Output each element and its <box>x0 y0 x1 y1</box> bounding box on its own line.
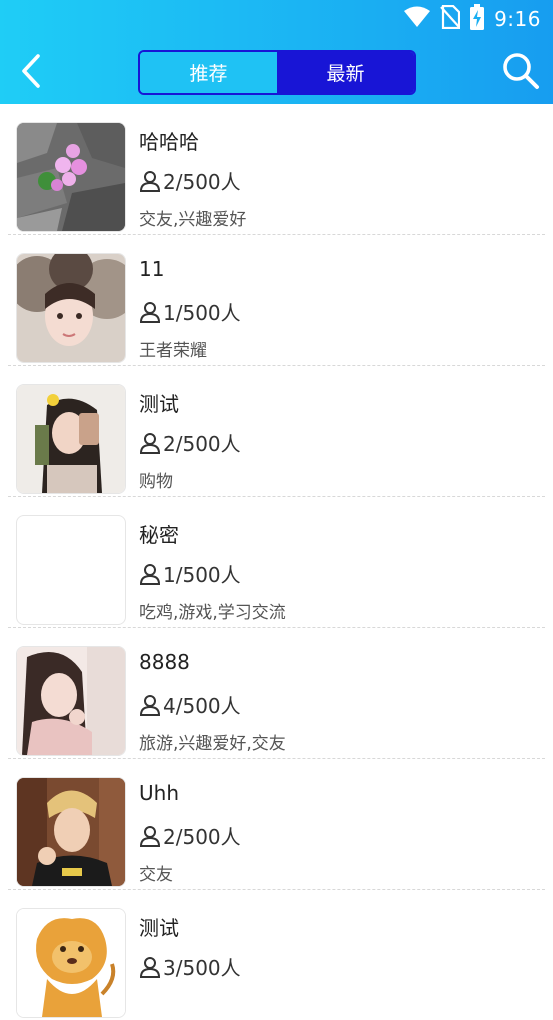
list-item[interactable]: 哈哈哈 2/500人 交友,兴趣爱好 <box>8 104 545 235</box>
room-thumbnail <box>16 646 126 756</box>
room-name: 秘密 <box>139 523 179 547</box>
tab-switcher: 推荐 最新 <box>138 50 416 95</box>
battery-charging-icon <box>470 4 485 34</box>
user-icon <box>139 170 161 192</box>
room-thumbnail <box>16 515 126 625</box>
search-button[interactable] <box>501 51 541 91</box>
room-name: 哈哈哈 <box>139 130 199 154</box>
status-bar: 9:16 <box>0 0 553 38</box>
member-count-text: 2/500人 <box>163 170 241 194</box>
list-item[interactable]: 测试 3/500人 <box>8 890 545 1020</box>
room-tags: 吃鸡,游戏,学习交流 <box>139 603 286 623</box>
search-icon <box>503 53 539 89</box>
room-name: 11 <box>139 257 165 281</box>
room-name: 测试 <box>139 392 179 416</box>
room-thumbnail <box>16 384 126 494</box>
user-icon <box>139 694 161 716</box>
back-button[interactable] <box>14 53 50 89</box>
room-tags: 交友 <box>139 865 173 885</box>
member-count: 4/500人 <box>139 690 241 719</box>
room-tags: 交友,兴趣爱好 <box>139 210 247 230</box>
room-thumbnail <box>16 253 126 363</box>
room-name: 8888 <box>139 650 190 674</box>
room-thumbnail <box>16 908 126 1018</box>
member-count: 1/500人 <box>139 559 241 588</box>
room-thumbnail <box>16 777 126 887</box>
room-list: 哈哈哈 2/500人 交友,兴趣爱好 11 1/500人 王者荣耀 测试 2/5… <box>0 104 553 1020</box>
no-sim-icon <box>440 4 461 33</box>
app-header: 9:16 推荐 最新 <box>0 0 553 104</box>
member-count-text: 2/500人 <box>163 432 241 456</box>
member-count: 1/500人 <box>139 297 241 326</box>
list-item[interactable]: 8888 4/500人 旅游,兴趣爱好,交友 <box>8 628 545 759</box>
member-count-text: 1/500人 <box>163 301 241 325</box>
list-item[interactable]: 11 1/500人 王者荣耀 <box>8 235 545 366</box>
user-icon <box>139 825 161 847</box>
user-icon <box>139 956 161 978</box>
tab-recommended[interactable]: 推荐 <box>140 52 277 93</box>
room-tags: 购物 <box>139 472 173 492</box>
list-item[interactable]: Uhh 2/500人 交友 <box>8 759 545 890</box>
room-tags: 王者荣耀 <box>139 341 207 361</box>
member-count-text: 3/500人 <box>163 956 241 980</box>
member-count: 3/500人 <box>139 952 241 981</box>
user-icon <box>139 563 161 585</box>
member-count: 2/500人 <box>139 428 241 457</box>
chevron-left-icon <box>22 54 40 88</box>
room-name: Uhh <box>139 781 179 805</box>
member-count-text: 4/500人 <box>163 694 241 718</box>
status-time: 9:16 <box>494 7 541 31</box>
room-name: 测试 <box>139 916 179 940</box>
user-icon <box>139 432 161 454</box>
room-tags: 旅游,兴趣爱好,交友 <box>139 734 286 754</box>
user-icon <box>139 301 161 323</box>
nav-bar: 推荐 最新 <box>0 38 553 104</box>
member-count: 2/500人 <box>139 821 241 850</box>
list-item[interactable]: 秘密 1/500人 吃鸡,游戏,学习交流 <box>8 497 545 628</box>
member-count: 2/500人 <box>139 166 241 195</box>
member-count-text: 2/500人 <box>163 825 241 849</box>
wifi-icon <box>404 6 431 32</box>
member-count-text: 1/500人 <box>163 563 241 587</box>
list-item[interactable]: 测试 2/500人 购物 <box>8 366 545 497</box>
room-thumbnail <box>16 122 126 232</box>
tab-latest[interactable]: 最新 <box>277 52 414 93</box>
